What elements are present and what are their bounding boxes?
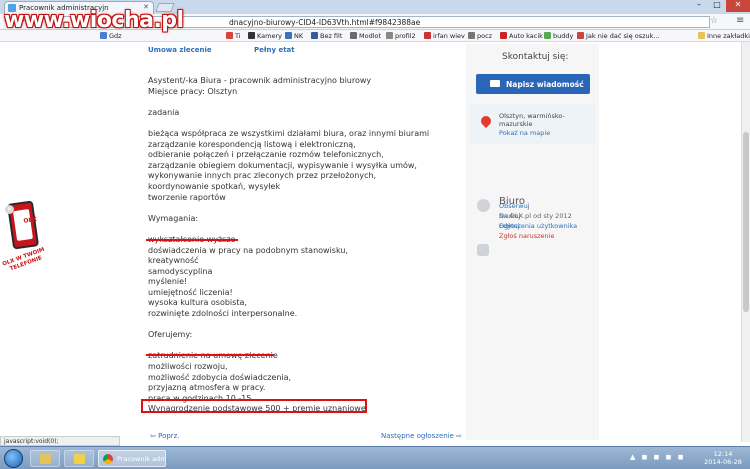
chrome-taskbar-button[interactable]: Pracownik admini... (98, 450, 166, 467)
bookmark-favicon-icon (424, 32, 431, 39)
bookmark-favicon-icon (226, 32, 233, 39)
envelope-icon (490, 80, 500, 87)
menu-icon[interactable]: ≡ (736, 15, 744, 26)
bookmark-item[interactable]: buddy (544, 32, 573, 40)
clock[interactable]: 12:14 2014-06-28 (703, 450, 743, 466)
bookmark-item[interactable]: Bez filt (311, 32, 342, 40)
olx-brand: OLX (23, 216, 38, 225)
bookmark-favicon-icon (468, 32, 475, 39)
bookmark-item[interactable]: irfan wiev (424, 32, 465, 40)
bookmark-item[interactable]: Ti (226, 32, 241, 40)
bookmark-favicon-icon (544, 32, 551, 39)
folder-icon (698, 32, 705, 39)
bookmark-item[interactable]: Gdz (100, 32, 122, 40)
bookmark-favicon-icon (577, 32, 584, 39)
bookmark-favicon-icon (311, 32, 318, 39)
chrome-icon (103, 454, 113, 464)
report-link[interactable]: Zgłoś naruszenie (499, 232, 554, 240)
contact-title: Skontaktuj się: (502, 52, 569, 62)
bookmark-item[interactable]: profil2 (386, 32, 416, 40)
bookmark-item[interactable]: Kamery (248, 32, 282, 40)
user-avatar-icon (477, 199, 490, 212)
edit-link[interactable]: Edytuj (499, 222, 520, 230)
bookmark-favicon-icon (248, 32, 255, 39)
bookmark-favicon-icon (350, 32, 357, 39)
bookmark-favicon-icon (285, 32, 292, 39)
location-text: Olsztyn, warmińsko-mazurskie (499, 112, 565, 128)
bookmark-item[interactable]: Jak nie dać się oszuk... (577, 32, 660, 40)
bookmark-favicon-icon (386, 32, 393, 39)
bookmark-item[interactable]: Modlot (350, 32, 381, 40)
scrollbar-thumb[interactable] (743, 132, 749, 312)
send-message-button[interactable]: Napisz wiadomość (476, 74, 590, 94)
close-ad-icon[interactable]: ✕ (5, 205, 14, 214)
sidebar-layer: Skontaktuj się: Napisz wiadomość Olsztyn… (0, 42, 741, 442)
system-tray-icons[interactable]: ▲ ◼ ◼ ◼ ◼ (630, 453, 686, 461)
print-link[interactable]: Drukuj (499, 212, 520, 220)
actions-icon (477, 244, 489, 256)
page-scrollbar[interactable] (741, 42, 750, 442)
windows-taskbar: Pracownik admini... ▲ ◼ ◼ ◼ ◼ 12:14 2014… (0, 446, 750, 469)
bookmark-favicon-icon (500, 32, 507, 39)
bookmark-star-icon[interactable]: ☆ (710, 16, 718, 26)
bookmark-item[interactable]: NK (285, 32, 303, 40)
explorer-taskbar-icon[interactable] (30, 450, 60, 467)
show-map-link[interactable]: Pokaż na mapie (499, 129, 550, 137)
bookmark-favicon-icon (100, 32, 107, 39)
observe-link[interactable]: Obserwuj (499, 202, 530, 210)
close-window-button[interactable]: ✕ (726, 0, 750, 12)
minimize-button[interactable]: – (690, 0, 708, 12)
olx-slogan: OLX W TWOIM TELEFONIE (1, 246, 46, 273)
start-button[interactable] (4, 449, 23, 468)
bookmark-folder-other[interactable]: Inne zakładki (698, 32, 750, 40)
bookmark-item[interactable]: pocz (468, 32, 492, 40)
maximize-button[interactable]: □ (708, 0, 726, 12)
status-bar: javascript:void(0); (0, 436, 120, 446)
paint-taskbar-icon[interactable] (64, 450, 94, 467)
wiocha-watermark-logo: www.wiocha.pl (4, 8, 184, 33)
address-bar-url: dnacyjno-biurowy-CID4-ID63Vth.html#f9842… (229, 18, 421, 27)
bookmark-item[interactable]: Auto kacik (500, 32, 543, 40)
